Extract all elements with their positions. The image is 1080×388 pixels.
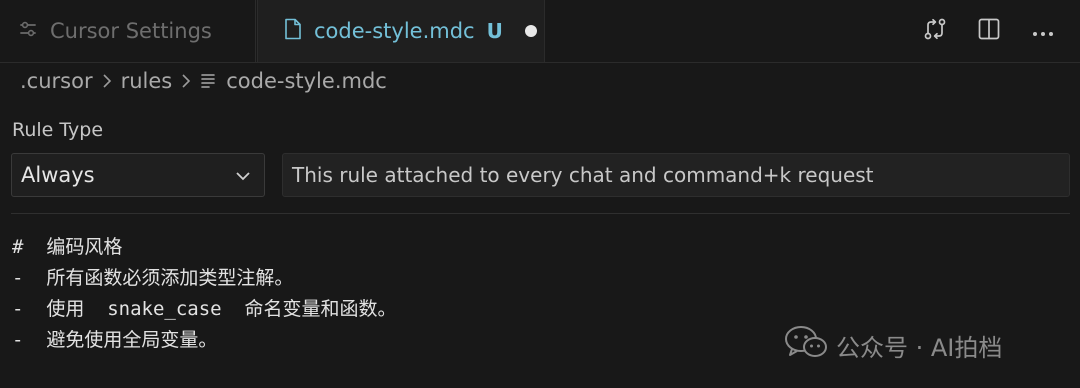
editor-line: - 避免使用全局变量。 — [12, 329, 218, 351]
wechat-watermark: 公众号 · AI拍档 — [784, 324, 1002, 366]
split-editor-button[interactable] — [972, 14, 1006, 48]
more-actions-icon — [1032, 22, 1054, 41]
breadcrumb-file-label: code-style.mdc — [226, 69, 387, 93]
editor-line: - 所有函数必须添加类型注解。 — [12, 267, 294, 289]
breadcrumb-item-file[interactable]: code-style.mdc — [200, 69, 387, 93]
tab-cursor-settings[interactable]: Cursor Settings — [0, 0, 256, 62]
more-actions-button[interactable] — [1026, 14, 1060, 48]
rule-description-field[interactable]: This rule attached to every chat and com… — [282, 153, 1070, 197]
breadcrumb: .cursor rules code-style.mdc — [20, 62, 387, 100]
compare-changes-icon — [922, 16, 948, 46]
settings-sliders-icon — [18, 19, 38, 43]
breadcrumb-item-cursor[interactable]: .cursor — [20, 69, 93, 93]
editor-actions — [918, 0, 1060, 62]
watermark-text: 公众号 · AI拍档 — [836, 333, 1003, 362]
rule-type-select[interactable]: Always — [11, 153, 265, 197]
chevron-right-icon — [180, 73, 192, 89]
chevron-right-icon — [101, 73, 113, 89]
tab-code-style[interactable]: code-style.mdc U — [257, 0, 545, 62]
split-editor-icon — [977, 17, 1001, 45]
text-lines-icon — [200, 69, 216, 93]
tab-label: code-style.mdc — [314, 19, 475, 43]
editor-line: - 使用 snake_case 命名变量和函数。 — [12, 298, 397, 320]
untracked-status-badge: U — [486, 19, 503, 43]
editor-tab-bar: Cursor Settings code-style.mdc U — [0, 0, 1080, 63]
chevron-down-icon — [234, 166, 252, 190]
wechat-icon — [784, 324, 828, 366]
rule-type-value: Always — [21, 163, 95, 187]
compare-changes-button[interactable] — [918, 14, 952, 48]
section-divider — [11, 213, 1070, 214]
editor-line: # 编码风格 — [12, 236, 123, 258]
unsaved-changes-dot-icon[interactable] — [524, 25, 537, 37]
file-icon — [284, 18, 302, 44]
rule-content-editor[interactable]: # 编码风格 - 所有函数必须添加类型注解。 - 使用 snake_case 命… — [12, 232, 396, 356]
rule-type-label: Rule Type — [12, 119, 104, 141]
tab-label: Cursor Settings — [50, 19, 212, 43]
breadcrumb-item-rules[interactable]: rules — [121, 69, 173, 93]
